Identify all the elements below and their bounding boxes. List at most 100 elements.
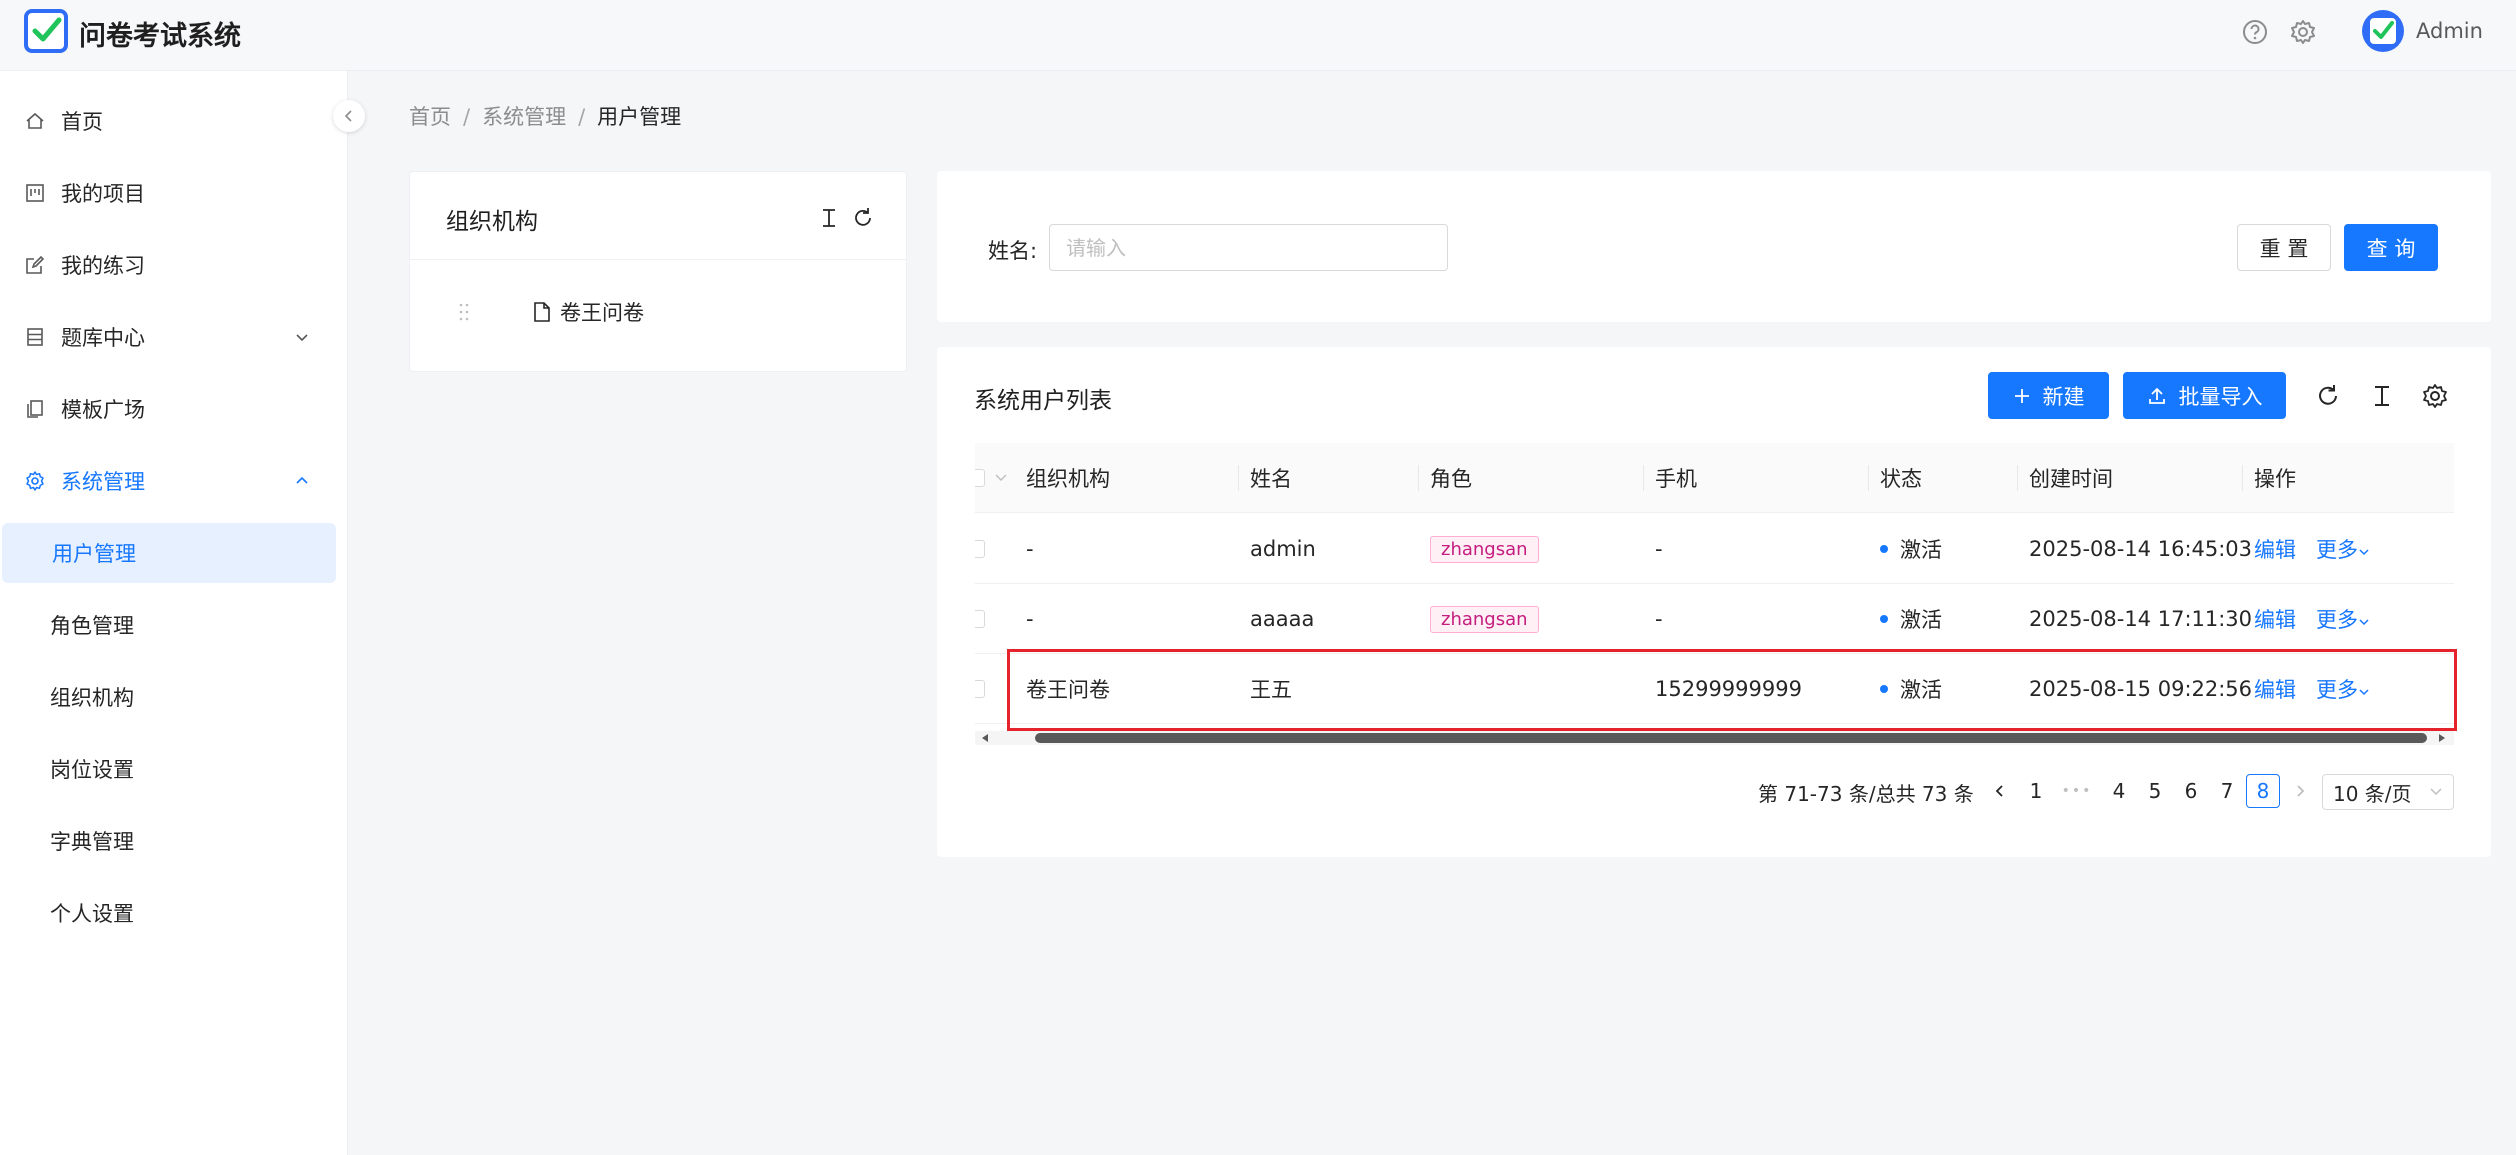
new-user-label: 新建 (2042, 384, 2085, 409)
column-divider (2017, 465, 2018, 491)
sidebar-subitem-user-management[interactable]: 用户管理 (2, 523, 336, 583)
tree-node[interactable]: 卷王问卷 (532, 297, 644, 327)
more-dropdown[interactable]: 更多 (2316, 534, 2370, 564)
user-avatar[interactable] (2362, 10, 2404, 52)
pagination-page[interactable]: 6 (2174, 774, 2208, 808)
cell-created: 2025-08-14 16:45:03 (2029, 537, 2253, 561)
chevron-down-icon (296, 334, 308, 342)
cell-phone: 15299999999 (1655, 677, 1802, 701)
status-text: 激活 (1900, 538, 1942, 562)
upload-icon (2148, 387, 2165, 404)
select-all-checkbox[interactable] (975, 469, 985, 487)
edit-link[interactable]: 编辑 (2254, 604, 2296, 634)
new-user-button[interactable]: 新建 (1988, 372, 2109, 419)
breadcrumb-item[interactable]: 系统管理 (482, 105, 566, 129)
sidebar-subitem-label: 角色管理 (50, 614, 134, 638)
column-divider (1238, 465, 1239, 491)
chevron-up-icon (296, 476, 308, 484)
cell-name: 王五 (1250, 678, 1292, 702)
cell-actions: 编辑 更多 (2242, 654, 2370, 724)
column-header-phone: 手机 (1655, 467, 1697, 491)
cell-org: - (1026, 607, 1034, 631)
sidebar-subitem-position-settings[interactable]: 岗位设置 (0, 739, 348, 799)
status-dot (1880, 685, 1888, 693)
table-row[interactable]: - admin zhangsan - 激活 2025-08-14 16:45:0… (975, 514, 2454, 584)
pagination-page[interactable]: 7 (2210, 774, 2244, 808)
table-row[interactable]: 卷王问卷 王五 15299999999 激活 2025-08-15 09:22:… (975, 654, 2454, 724)
page-size-select[interactable]: 10 条/页 (2322, 774, 2454, 810)
sidebar-subitem-label: 字典管理 (50, 830, 134, 854)
pagination-page[interactable]: 1 (2019, 774, 2053, 808)
breadcrumb-item[interactable]: 首页 (409, 105, 451, 129)
cell-actions: 编辑 更多 (2242, 514, 2370, 584)
scrollbar-thumb[interactable] (1035, 733, 2427, 743)
sidebar-item-home[interactable]: 首页 (0, 91, 348, 151)
table-settings-icon[interactable] (2421, 382, 2449, 410)
breadcrumb-separator: / (578, 105, 586, 129)
tree-node-label: 卷王问卷 (560, 301, 644, 325)
status-dot (1880, 545, 1888, 553)
row-checkbox[interactable] (975, 680, 985, 698)
sidebar-item-question-bank[interactable]: 题库中心 (0, 307, 348, 367)
panel-divider (410, 259, 906, 260)
sidebar-subitem-dictionary[interactable]: 字典管理 (0, 811, 348, 871)
chevron-down-icon (2359, 619, 2369, 626)
text-height-icon[interactable] (817, 206, 841, 230)
refresh-icon[interactable] (851, 206, 875, 230)
cell-created: 2025-08-14 17:11:30 (2029, 607, 2253, 631)
plus-icon (2014, 388, 2029, 403)
pagination-prev[interactable] (1983, 774, 2017, 808)
more-label: 更多 (2316, 678, 2358, 702)
sidebar-subitem-role-management[interactable]: 角色管理 (0, 595, 348, 655)
status-dot (1880, 615, 1888, 623)
table-row[interactable]: - aaaaa zhangsan - 激活 2025-08-14 17:11:3… (975, 584, 2454, 654)
name-search-input[interactable] (1049, 224, 1448, 271)
sidebar-subitem-organization[interactable]: 组织机构 (0, 667, 348, 727)
column-divider (1418, 465, 1419, 491)
sidebar-item-label: 我的项目 (61, 182, 145, 206)
drag-handle-icon[interactable] (458, 302, 470, 322)
row-checkbox[interactable] (975, 610, 985, 628)
reset-button[interactable]: 重 置 (2237, 224, 2331, 271)
sidebar-subitem-personal-settings[interactable]: 个人设置 (0, 883, 348, 943)
settings-gear-icon[interactable] (2288, 17, 2318, 47)
scroll-left-arrow-icon[interactable] (979, 733, 991, 743)
more-label: 更多 (2316, 608, 2358, 632)
sidebar-item-my-projects[interactable]: 我的项目 (0, 163, 348, 223)
edit-link[interactable]: 编辑 (2254, 534, 2296, 564)
column-header-role: 角色 (1430, 467, 1472, 491)
pagination-ellipsis[interactable]: ••• (2060, 774, 2094, 808)
cell-name: aaaaa (1250, 607, 1315, 631)
column-header-org: 组织机构 (1026, 467, 1110, 491)
batch-import-button[interactable]: 批量导入 (2123, 372, 2286, 419)
table-refresh-icon[interactable] (2314, 382, 2342, 410)
sidebar-item-my-practice[interactable]: 我的练习 (0, 235, 348, 295)
table-header: 组织机构 姓名 角色 手机 状态 创建时间 操作 (975, 443, 2454, 513)
pagination-page[interactable]: 5 (2138, 774, 2172, 808)
chevron-down-icon[interactable] (994, 473, 1008, 483)
chevron-down-icon (2430, 788, 2442, 796)
sidebar-item-template-square[interactable]: 模板广场 (0, 379, 348, 439)
scroll-right-arrow-icon[interactable] (2436, 733, 2448, 743)
pagination-next[interactable] (2283, 774, 2317, 808)
row-checkbox[interactable] (975, 540, 985, 558)
column-header-status: 状态 (1880, 467, 1922, 491)
more-dropdown[interactable]: 更多 (2316, 674, 2370, 704)
sidebar-subitem-label: 组织机构 (50, 686, 134, 710)
cell-role (1418, 654, 1430, 724)
role-tag: zhangsan (1430, 605, 1539, 633)
column-header-actions: 操作 (2254, 467, 2296, 491)
column-divider (1868, 465, 1869, 491)
pagination-page-current[interactable]: 8 (2246, 774, 2280, 808)
cell-phone: - (1655, 537, 1663, 561)
sidebar-item-label: 题库中心 (61, 326, 145, 350)
edit-link[interactable]: 编辑 (2254, 674, 2296, 704)
user-name[interactable]: Admin (2416, 19, 2483, 43)
more-dropdown[interactable]: 更多 (2316, 604, 2370, 634)
table-density-icon[interactable] (2368, 382, 2396, 410)
query-button[interactable]: 查 询 (2344, 224, 2438, 271)
pagination-page[interactable]: 4 (2102, 774, 2136, 808)
help-icon[interactable] (2240, 17, 2270, 47)
sidebar-item-system-management[interactable]: 系统管理 (0, 451, 348, 511)
cell-role: zhangsan (1418, 514, 1539, 584)
